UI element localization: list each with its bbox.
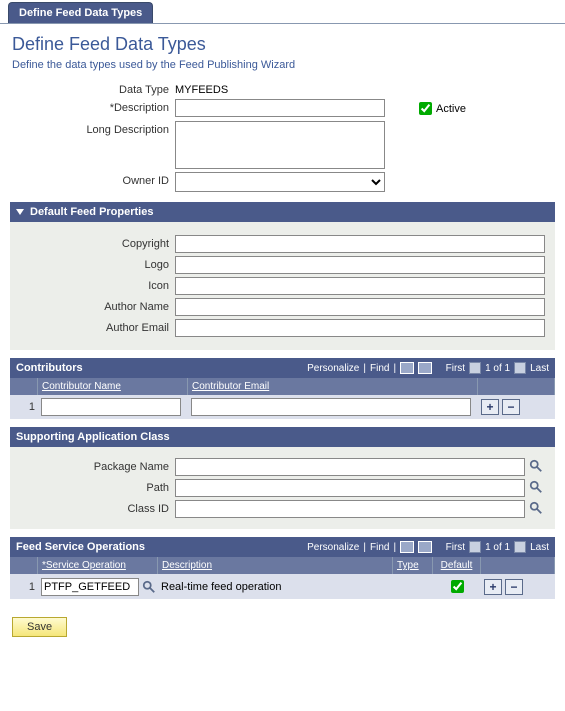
find-link[interactable]: Find [370, 363, 389, 374]
first-label: First [446, 542, 465, 553]
owner-id-label: Owner ID [0, 172, 175, 187]
tab-define-feed-data-types[interactable]: Define Feed Data Types [8, 2, 153, 23]
path-input[interactable] [175, 479, 525, 497]
contributors-grid: Contributors Personalize | Find | First … [10, 358, 555, 419]
contributor-email-input[interactable] [191, 398, 471, 416]
lookup-icon[interactable] [528, 458, 544, 474]
col-type[interactable]: Type [393, 557, 433, 574]
col-description[interactable]: Description [158, 557, 393, 574]
data-type-label: Data Type [0, 81, 175, 96]
delete-row-button[interactable]: − [505, 579, 523, 595]
col-default[interactable]: Default [433, 557, 481, 574]
zoom-icon[interactable] [400, 362, 414, 374]
class-id-label: Class ID [10, 500, 175, 515]
path-label: Path [10, 479, 175, 494]
next-button[interactable] [514, 541, 526, 553]
logo-label: Logo [10, 256, 175, 271]
icon-input[interactable] [175, 277, 545, 295]
long-description-label: Long Description [0, 121, 175, 136]
long-description-input[interactable] [175, 121, 385, 169]
last-label: Last [530, 363, 549, 374]
page-subtitle: Define the data types used by the Feed P… [12, 59, 565, 71]
lookup-icon[interactable] [528, 500, 544, 516]
fso-description-value: Real-time feed operation [158, 581, 393, 593]
save-button[interactable]: Save [12, 617, 67, 637]
description-label: *Description [0, 99, 175, 114]
download-icon[interactable] [418, 541, 432, 553]
delete-row-button[interactable]: − [502, 399, 520, 415]
author-email-label: Author Email [10, 319, 175, 334]
add-row-button[interactable]: + [484, 579, 502, 595]
personalize-link[interactable]: Personalize [307, 542, 359, 553]
feed-service-ops-grid: Feed Service Operations Personalize | Fi… [10, 537, 555, 599]
class-id-input[interactable] [175, 500, 525, 518]
prev-button[interactable] [469, 541, 481, 553]
section-default-feed-properties-body: Copyright Logo Icon Author Name Author E… [10, 222, 555, 350]
personalize-link[interactable]: Personalize [307, 363, 359, 374]
row-number: 1 [10, 401, 38, 413]
col-rownum [10, 378, 38, 395]
service-operation-input[interactable] [41, 578, 139, 596]
description-input[interactable] [175, 99, 385, 117]
contributor-row: 1 + − [10, 395, 555, 419]
contributors-title: Contributors [16, 362, 83, 374]
col-actions-spacer [478, 378, 555, 395]
col-rownum [10, 557, 38, 574]
col-contributor-email[interactable]: Contributor Email [188, 378, 478, 395]
col-actions-spacer [481, 557, 555, 574]
prev-button[interactable] [469, 362, 481, 374]
section-default-feed-properties-header[interactable]: Default Feed Properties [10, 202, 555, 222]
section-title: Default Feed Properties [30, 206, 153, 218]
logo-input[interactable] [175, 256, 545, 274]
supporting-app-class-title: Supporting Application Class [16, 431, 170, 443]
row-count: 1 of 1 [485, 363, 510, 374]
author-name-input[interactable] [175, 298, 545, 316]
lookup-icon[interactable] [528, 479, 544, 495]
author-email-input[interactable] [175, 319, 545, 337]
download-icon[interactable] [418, 362, 432, 374]
zoom-icon[interactable] [400, 541, 414, 553]
row-number: 1 [10, 581, 38, 593]
supporting-app-class-section: Supporting Application Class Package Nam… [10, 427, 555, 529]
package-name-input[interactable] [175, 458, 525, 476]
owner-id-select[interactable] [175, 172, 385, 192]
tab-strip: Define Feed Data Types [0, 0, 565, 24]
chevron-down-icon [16, 209, 24, 215]
find-link[interactable]: Find [370, 542, 389, 553]
next-button[interactable] [514, 362, 526, 374]
icon-label: Icon [10, 277, 175, 292]
feed-service-ops-title: Feed Service Operations [16, 541, 145, 553]
first-label: First [446, 363, 465, 374]
add-row-button[interactable]: + [481, 399, 499, 415]
contributor-name-input[interactable] [41, 398, 181, 416]
copyright-input[interactable] [175, 235, 545, 253]
fso-row: 1 Real-time feed operation + − [10, 574, 555, 599]
last-label: Last [530, 542, 549, 553]
copyright-label: Copyright [10, 235, 175, 250]
active-label: Active [436, 103, 466, 115]
package-name-label: Package Name [10, 458, 175, 473]
col-contributor-name[interactable]: Contributor Name [38, 378, 188, 395]
data-type-value: MYFEEDS [175, 81, 228, 96]
row-count: 1 of 1 [485, 542, 510, 553]
active-checkbox[interactable] [419, 102, 432, 115]
lookup-icon[interactable] [142, 579, 156, 595]
default-checkbox[interactable] [451, 580, 464, 593]
col-service-operation[interactable]: *Service Operation [38, 557, 158, 574]
author-name-label: Author Name [10, 298, 175, 313]
page-title: Define Feed Data Types [12, 34, 565, 55]
